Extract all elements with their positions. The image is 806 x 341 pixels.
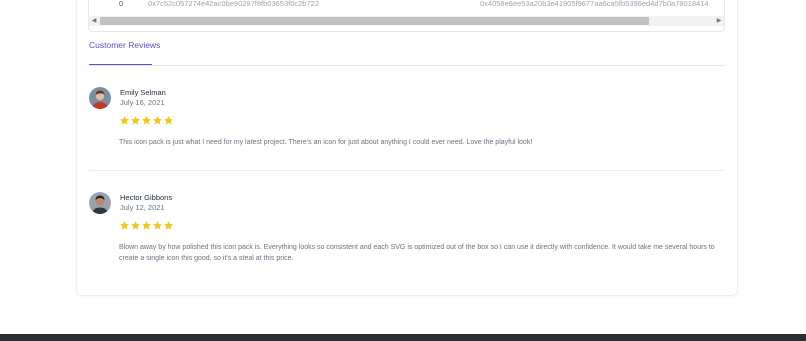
- review-date: July 12, 2021: [120, 203, 165, 212]
- row-hash: 0x7c52c057274e42ac0be90297f8fb03653f0c2b…: [148, 0, 319, 8]
- review-date: July 16, 2021: [120, 98, 165, 107]
- star-icon: [119, 115, 130, 126]
- review-text: Blown away by how polished this icon pac…: [119, 244, 715, 262]
- review-item: Hector Gibbons July 12, 2021 Blown away …: [89, 192, 725, 272]
- star-rating: [119, 220, 174, 232]
- avatar: [89, 87, 111, 109]
- horizontal-scrollbar[interactable]: ◀ ▶: [89, 16, 724, 26]
- star-icon: [152, 115, 163, 126]
- table-row[interactable]: 0 0x7c52c057274e42ac0be90297f8fb03653f0c…: [89, 0, 724, 10]
- star-rating: [119, 115, 174, 127]
- scroll-right-icon[interactable]: ▶: [714, 16, 724, 26]
- reviewer-name: Emily Selman: [120, 88, 166, 97]
- avatar: [89, 192, 111, 214]
- site-footer: [0, 334, 806, 341]
- reviewer-name: Hector Gibbons: [120, 193, 173, 202]
- active-tab-indicator: [89, 64, 152, 65]
- review-text: This icon pack is just what I need for m…: [119, 139, 533, 146]
- scroll-left-icon[interactable]: ◀: [89, 16, 99, 26]
- review-item: Emily Selman July 16, 2021 This icon pac…: [89, 87, 725, 157]
- star-icon: [141, 220, 152, 231]
- tab-customer-reviews[interactable]: Customer Reviews: [89, 40, 160, 50]
- review-divider: [89, 170, 725, 171]
- star-icon: [152, 220, 163, 231]
- row-index: 0: [119, 0, 124, 8]
- star-icon: [141, 115, 152, 126]
- star-icon: [163, 115, 174, 126]
- transactions-table: 0 0x7c52c057274e42ac0be90297f8fb03653f0c…: [88, 0, 725, 32]
- star-icon: [119, 220, 130, 231]
- star-icon: [130, 115, 141, 126]
- row-hash-secondary: 0x4058e8ee53a20b3e41905f9677aa6ca5fb5396…: [480, 0, 709, 8]
- star-icon: [130, 220, 141, 231]
- scrollbar-thumb[interactable]: [100, 17, 649, 25]
- star-icon: [163, 220, 174, 231]
- tabs-bar: Customer Reviews: [89, 40, 725, 66]
